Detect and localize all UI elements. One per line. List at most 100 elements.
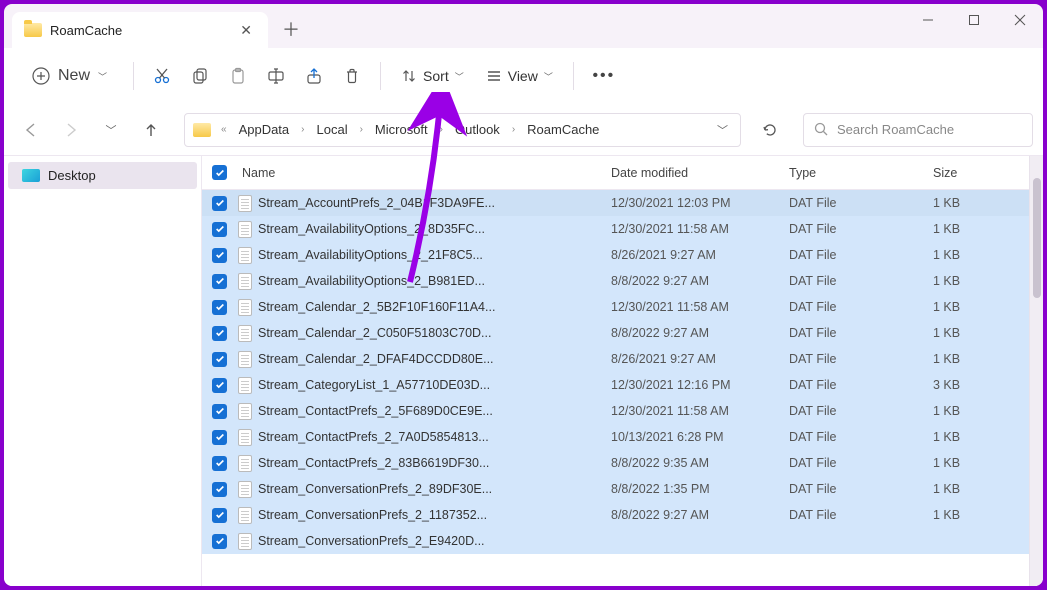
file-icon — [238, 299, 252, 316]
paste-button[interactable] — [220, 58, 256, 94]
search-icon — [814, 122, 829, 137]
column-name[interactable]: Name — [238, 166, 611, 180]
row-checkbox[interactable] — [212, 274, 238, 289]
file-row[interactable]: Stream_ContactPrefs_2_7A0D5854813...10/1… — [202, 424, 1029, 450]
file-row[interactable]: Stream_ContactPrefs_2_83B6619DF30...8/8/… — [202, 450, 1029, 476]
file-size: 1 KB — [933, 352, 1029, 366]
breadcrumb-segment[interactable]: RoamCache — [521, 118, 605, 141]
file-icon — [238, 533, 252, 550]
address-bar[interactable]: « AppData › Local › Microsoft › Outlook … — [184, 113, 741, 147]
file-row[interactable]: Stream_AvailabilityOptions_2_21F8C5...8/… — [202, 242, 1029, 268]
file-name: Stream_ConversationPrefs_2_1187352... — [238, 507, 611, 524]
folder-icon — [24, 23, 42, 37]
file-type: DAT File — [789, 222, 933, 236]
cut-button[interactable] — [144, 58, 180, 94]
file-row[interactable]: Stream_Calendar_2_C050F51803C70D...8/8/2… — [202, 320, 1029, 346]
recent-button[interactable]: ﹀ — [94, 113, 128, 147]
chevron-down-icon: ﹀ — [98, 70, 107, 83]
back-button[interactable] — [14, 113, 48, 147]
file-name: Stream_AvailabilityOptions_2_B981ED... — [238, 273, 611, 290]
chevron-right-icon: › — [358, 124, 365, 135]
file-row[interactable]: Stream_Calendar_2_5B2F10F160F11A4...12/3… — [202, 294, 1029, 320]
file-name: Stream_CategoryList_1_A57710DE03D... — [238, 377, 611, 394]
sidebar-item-label: Desktop — [48, 168, 96, 183]
file-row[interactable]: Stream_AccountPrefs_2_04B1F3DA9FE...12/3… — [202, 190, 1029, 216]
file-size: 1 KB — [933, 248, 1029, 262]
file-type: DAT File — [789, 430, 933, 444]
new-tab-button[interactable]: ＋ — [274, 16, 308, 42]
file-icon — [238, 325, 252, 342]
row-checkbox[interactable] — [212, 300, 238, 315]
file-icon — [238, 195, 252, 212]
file-icon — [238, 429, 252, 446]
breadcrumb-segment[interactable]: Outlook — [449, 118, 506, 141]
select-all-checkbox[interactable] — [212, 165, 238, 180]
file-size: 1 KB — [933, 300, 1029, 314]
sidebar-item-desktop[interactable]: Desktop — [8, 162, 197, 189]
file-type: DAT File — [789, 196, 933, 210]
forward-button[interactable] — [54, 113, 88, 147]
copy-button[interactable] — [182, 58, 218, 94]
row-checkbox[interactable] — [212, 248, 238, 263]
file-type: DAT File — [789, 404, 933, 418]
row-checkbox[interactable] — [212, 456, 238, 471]
column-date[interactable]: Date modified — [611, 166, 789, 180]
file-row[interactable]: Stream_ConversationPrefs_2_89DF30E...8/8… — [202, 476, 1029, 502]
row-checkbox[interactable] — [212, 326, 238, 341]
view-button[interactable]: View ﹀ — [476, 58, 563, 94]
row-checkbox[interactable] — [212, 430, 238, 445]
more-button[interactable]: ••• — [584, 58, 624, 94]
close-tab-icon[interactable]: ✕ — [236, 18, 256, 43]
row-checkbox[interactable] — [212, 404, 238, 419]
row-checkbox[interactable] — [212, 196, 238, 211]
file-name: Stream_ContactPrefs_2_5F689D0CE9E... — [238, 403, 611, 420]
row-checkbox[interactable] — [212, 534, 238, 549]
row-checkbox[interactable] — [212, 482, 238, 497]
file-row[interactable]: Stream_AvailabilityOptions_2_8D35FC...12… — [202, 216, 1029, 242]
view-label: View — [508, 68, 538, 84]
new-button[interactable]: New ﹀ — [18, 58, 123, 94]
file-name: Stream_AccountPrefs_2_04B1F3DA9FE... — [238, 195, 611, 212]
file-date: 8/8/2022 9:27 AM — [611, 508, 789, 522]
file-date: 12/30/2021 11:58 AM — [611, 404, 789, 418]
file-date: 12/30/2021 11:58 AM — [611, 300, 789, 314]
delete-button[interactable] — [334, 58, 370, 94]
scissors-icon — [153, 67, 171, 85]
file-size: 1 KB — [933, 482, 1029, 496]
refresh-button[interactable] — [753, 113, 787, 147]
file-name: Stream_AvailabilityOptions_2_8D35FC... — [238, 221, 611, 238]
file-size: 1 KB — [933, 222, 1029, 236]
chevron-right-icon: › — [510, 124, 517, 135]
chevron-right-icon: › — [438, 124, 445, 135]
column-type[interactable]: Type — [789, 166, 933, 180]
file-row[interactable]: Stream_ConversationPrefs_2_1187352...8/8… — [202, 502, 1029, 528]
rename-button[interactable] — [258, 58, 294, 94]
up-button[interactable] — [134, 113, 168, 147]
breadcrumb-segment[interactable]: Local — [311, 118, 354, 141]
file-row[interactable]: Stream_CategoryList_1_A57710DE03D...12/3… — [202, 372, 1029, 398]
breadcrumb-segment[interactable]: AppData — [233, 118, 296, 141]
file-row[interactable]: Stream_AvailabilityOptions_2_B981ED...8/… — [202, 268, 1029, 294]
file-type: DAT File — [789, 274, 933, 288]
close-window-button[interactable] — [997, 4, 1043, 36]
row-checkbox[interactable] — [212, 378, 238, 393]
sort-button[interactable]: Sort ﹀ — [391, 58, 474, 94]
column-size[interactable]: Size — [933, 166, 1029, 180]
row-checkbox[interactable] — [212, 508, 238, 523]
window-controls — [905, 4, 1043, 48]
share-button[interactable] — [296, 58, 332, 94]
file-row[interactable]: Stream_ContactPrefs_2_5F689D0CE9E...12/3… — [202, 398, 1029, 424]
row-checkbox[interactable] — [212, 222, 238, 237]
scrollbar[interactable] — [1029, 156, 1043, 586]
search-input[interactable]: Search RoamCache — [803, 113, 1033, 147]
file-row[interactable]: Stream_Calendar_2_DFAF4DCCDD80E...8/26/2… — [202, 346, 1029, 372]
navigation-pane: Desktop — [4, 156, 202, 586]
tab-roamcache[interactable]: RoamCache ✕ — [12, 12, 268, 48]
row-checkbox[interactable] — [212, 352, 238, 367]
address-dropdown[interactable]: ﹀ — [713, 117, 732, 143]
breadcrumb-segment[interactable]: Microsoft — [369, 118, 434, 141]
minimize-button[interactable] — [905, 4, 951, 36]
maximize-button[interactable] — [951, 4, 997, 36]
file-row[interactable]: Stream_ConversationPrefs_2_E9420D... — [202, 528, 1029, 554]
scrollbar-thumb[interactable] — [1033, 178, 1041, 298]
